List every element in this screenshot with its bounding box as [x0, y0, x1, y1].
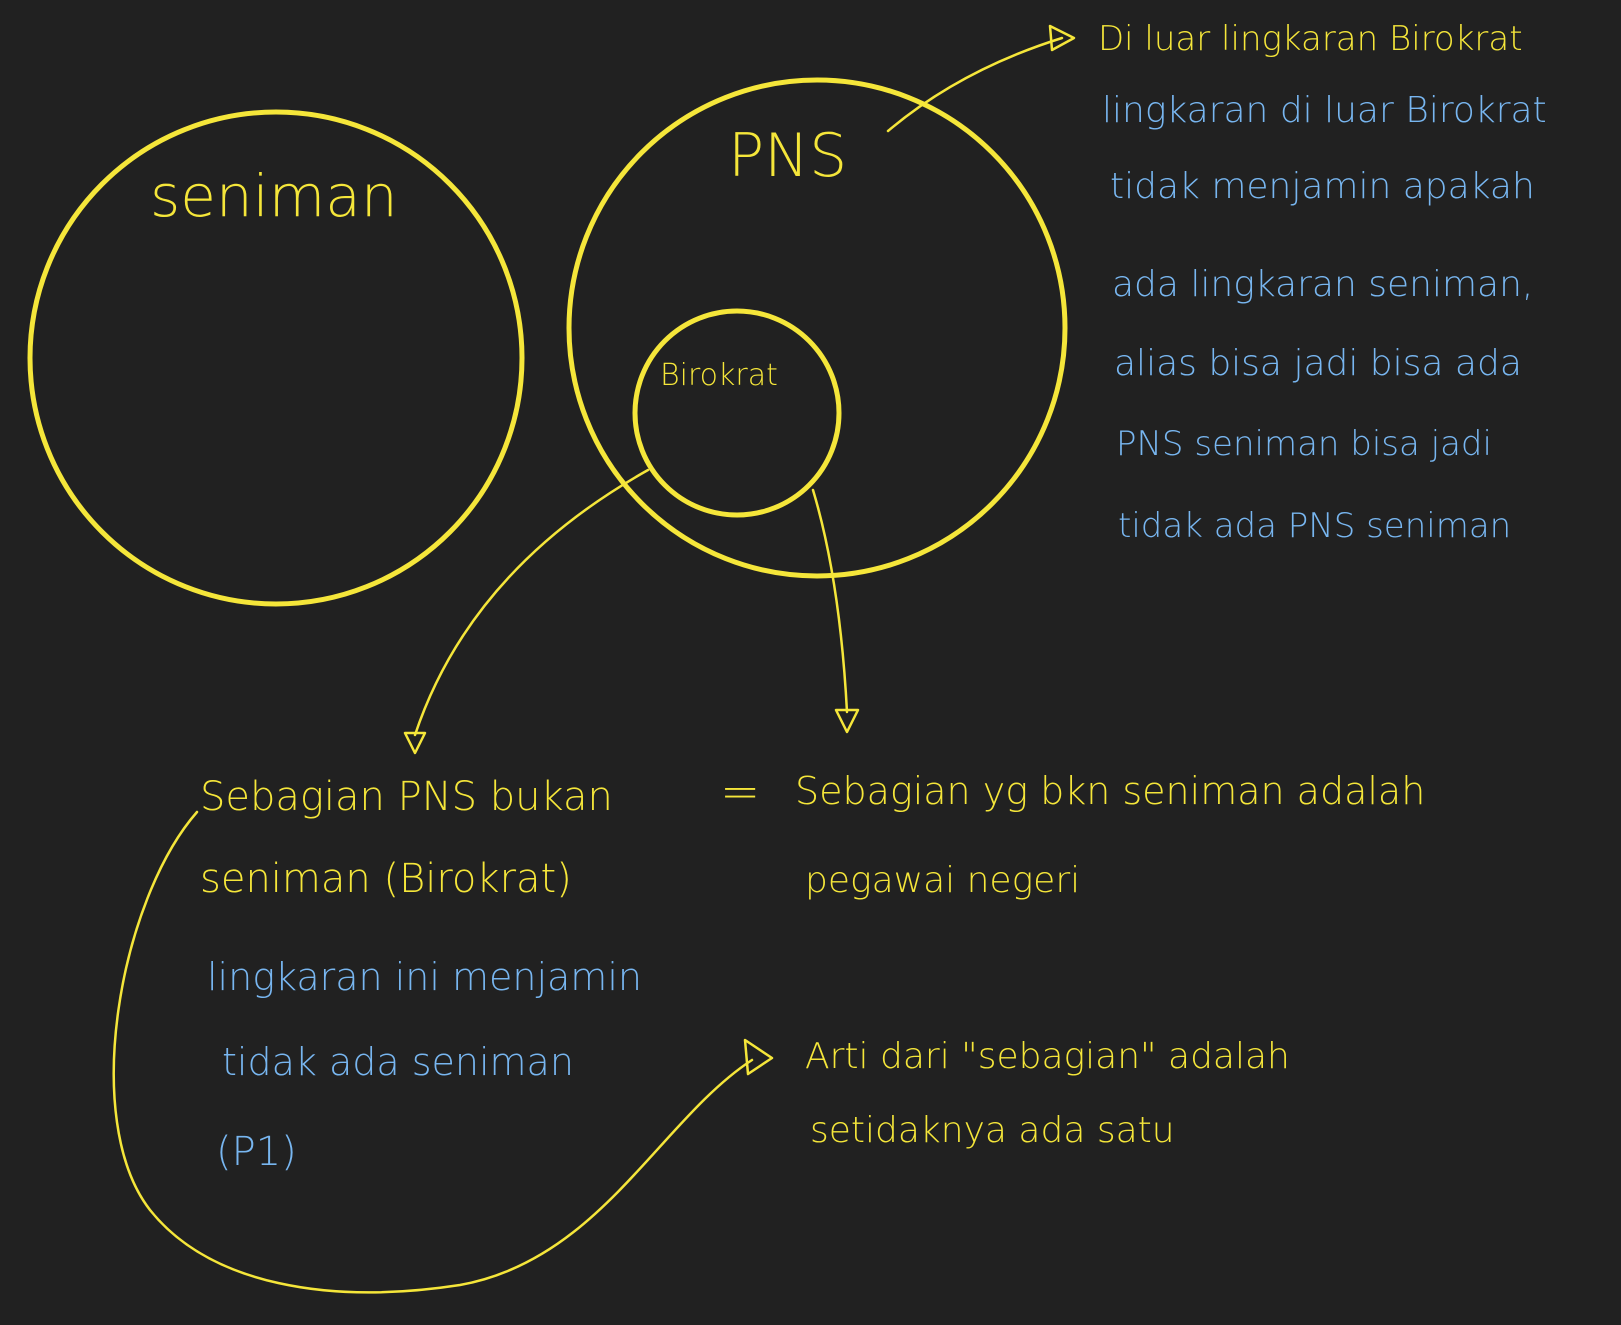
- top-note-line-4: alias bisa jadi bisa ada: [1114, 343, 1522, 384]
- birokrat-circle: [632, 308, 842, 518]
- arrowhead-equivalent: [834, 708, 860, 734]
- top-note-heading: Di luar lingkaran Birokrat: [1098, 19, 1523, 59]
- arrowhead-meaning: [743, 1038, 774, 1076]
- p1-note-line-3: (P1): [216, 1129, 297, 1175]
- seniman-label: seniman: [150, 162, 398, 230]
- top-note-line-3: ada lingkaran seniman,: [1112, 264, 1533, 305]
- equals-sign: =: [720, 764, 760, 820]
- meaning-line-1: Arti dari "sebagian" adalah: [805, 1036, 1290, 1077]
- arrow-to-equivalent: [811, 488, 849, 714]
- diagram-canvas: seniman PNS Birokrat Di luar lingkaran B…: [27, 19, 1547, 1294]
- top-note-line-5: PNS seniman bisa jadi: [1116, 424, 1492, 464]
- p1-note-line-1: lingkaran ini menjamin: [207, 955, 642, 999]
- statement-line-2: seniman (Birokrat): [200, 856, 572, 902]
- top-note-line-1: lingkaran di luar Birokrat: [1102, 90, 1547, 131]
- arrow-to-top-note: [886, 36, 1064, 133]
- top-note-line-2: tidak menjamin apakah: [1110, 166, 1535, 207]
- arrow-to-statement: [413, 468, 650, 737]
- meaning-line-2: setidaknya ada satu: [810, 1110, 1175, 1151]
- pns-label: PNS: [728, 121, 847, 191]
- p1-note-line-2: tidak ada seniman: [222, 1040, 574, 1084]
- birokrat-label: Birokrat: [660, 358, 778, 393]
- equivalent-line-1: Sebagian yg bkn seniman adalah: [795, 769, 1425, 813]
- statement-line-1: Sebagian PNS bukan: [200, 774, 613, 820]
- equivalent-line-2: pegawai negeri: [805, 860, 1080, 901]
- top-note-line-6: tidak ada PNS seniman: [1118, 506, 1511, 546]
